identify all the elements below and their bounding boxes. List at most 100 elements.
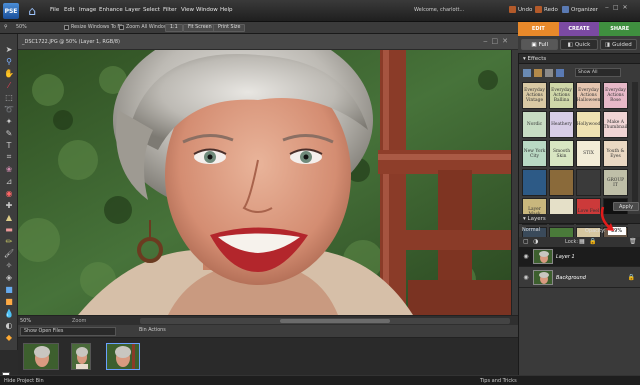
lasso-tool-icon[interactable]: ➰ (3, 104, 15, 114)
menu-view[interactable]: View (181, 7, 194, 13)
menu-window[interactable]: Window (196, 7, 218, 13)
tips-and-tricks-link[interactable]: Tips and Tricks (480, 378, 517, 384)
effects-scrollbar[interactable] (632, 82, 638, 202)
zoom-all-checkbox[interactable]: Zoom All Windows (119, 25, 170, 30)
gradient-tool-icon[interactable]: ■ (3, 284, 15, 294)
effect-thumbnail[interactable]: STIX (576, 140, 601, 167)
effect-thumbnail[interactable]: Everyday Actions Halloween (576, 82, 601, 109)
type-tool-icon[interactable]: T (3, 140, 15, 150)
effect-thumbnail[interactable]: Nordic (522, 111, 547, 138)
window-controls[interactable]: ‒□✕ (605, 4, 632, 11)
hide-project-bin-button[interactable]: Hide Project Bin (4, 378, 44, 384)
hand-tool-icon[interactable]: ✋ (3, 68, 15, 78)
canvas-vertical-scrollbar[interactable] (511, 50, 518, 315)
checkbox-box[interactable] (64, 25, 69, 30)
effect-thumbnail[interactable] (549, 169, 574, 196)
document-window-controls[interactable]: ‒□✕ (483, 37, 512, 45)
filters-icon[interactable] (523, 69, 531, 77)
blur-tool-icon[interactable]: 💧 (3, 308, 15, 318)
menu-layer[interactable]: Layer (125, 7, 140, 13)
shape-tool-icon[interactable]: ■ (3, 296, 15, 306)
bin-actions-menu[interactable]: Bin Actions (139, 328, 166, 333)
effects-filter-select[interactable]: Show All (575, 68, 621, 77)
marquee-tool-icon[interactable]: ⬚ (3, 92, 15, 102)
effect-thumbnail[interactable]: Youth & Eyes (603, 140, 628, 167)
crop-tool-icon[interactable]: ⌗ (3, 152, 15, 162)
straighten-tool-icon[interactable]: ⊿ (3, 176, 15, 186)
effect-thumbnail[interactable]: Smooth Skin (549, 140, 574, 167)
resize-windows-checkbox[interactable]: Resize Windows To Fit (64, 25, 123, 30)
organizer-button[interactable]: Organizer (562, 6, 598, 13)
blend-mode-select[interactable]: Normal (522, 227, 572, 235)
bin-source-select[interactable]: Show Open Files (20, 327, 116, 336)
undo-button[interactable]: Undo (509, 6, 532, 13)
all-effects-icon[interactable] (556, 69, 564, 77)
layer-name[interactable]: Layer 1 (556, 254, 575, 260)
pencil-tool-icon[interactable]: ✏ (3, 236, 15, 246)
eraser-tool-icon[interactable]: ▬ (3, 224, 15, 234)
menu-select[interactable]: Select (143, 7, 160, 13)
lock-transparency-icon[interactable]: ▦ (579, 238, 585, 245)
adjustment-layer-icon[interactable]: ◑ (533, 238, 538, 245)
healing-brush-tool-icon[interactable]: ✚ (3, 200, 15, 210)
brush-tool-icon[interactable]: 🖌 (3, 248, 15, 258)
paint-bucket-tool-icon[interactable]: ◈ (3, 272, 15, 282)
photo-effects-icon[interactable] (545, 69, 553, 77)
sponge-tool-icon[interactable]: ◐ (3, 320, 15, 330)
layer-styles-icon[interactable] (534, 69, 542, 77)
red-eye-tool-icon[interactable]: ◉ (3, 188, 15, 198)
magic-wand-tool-icon[interactable]: ✦ (3, 116, 15, 126)
effect-thumbnail[interactable]: Hollywood (576, 111, 601, 138)
zoom-value[interactable]: 50% (16, 25, 27, 30)
bin-thumbnail[interactable] (23, 343, 59, 370)
tab-edit[interactable]: EDIT (518, 22, 559, 36)
menu-edit[interactable]: Edit (64, 7, 75, 13)
clone-stamp-tool-icon[interactable]: ▲ (3, 212, 15, 222)
effect-thumbnail[interactable]: New York City (522, 140, 547, 167)
effect-thumbnail[interactable] (576, 169, 601, 196)
tab-quick[interactable]: ◧ Quick (560, 39, 598, 50)
tab-full[interactable]: ▣ Full (521, 39, 559, 50)
checkbox-box[interactable] (119, 25, 124, 30)
redo-button[interactable]: Redo (535, 6, 558, 13)
effect-thumbnail[interactable]: Heathery (549, 111, 574, 138)
effect-thumbnail[interactable]: GROUP IT (603, 169, 628, 196)
effects-panel-header[interactable]: ▾ Effects (519, 54, 640, 64)
canvas-horizontal-scrollbar[interactable] (140, 318, 510, 324)
image-canvas[interactable] (18, 50, 518, 315)
tab-share[interactable]: SHARE (599, 22, 640, 36)
menu-file[interactable]: File (50, 7, 59, 13)
visibility-eye-icon[interactable]: ◉ (522, 271, 530, 285)
lock-all-icon[interactable]: 🔒 (589, 238, 596, 245)
visibility-eye-icon[interactable]: ◉ (522, 250, 530, 264)
one-to-one-button[interactable]: 1:1 (165, 24, 183, 32)
cookie-cutter-tool-icon[interactable]: ❀ (3, 164, 15, 174)
effect-thumbnail[interactable]: Make A Thumbnail (603, 111, 628, 138)
selection-brush-tool-icon[interactable]: ✎ (3, 128, 15, 138)
zoom-tool-icon[interactable]: ⚲ (3, 56, 15, 66)
eyedropper-tool-icon[interactable]: ⁄ (3, 80, 15, 90)
effect-thumbnail[interactable]: Everyday Actions Rose (603, 82, 628, 109)
layer-row[interactable]: ◉ Background 🔒 (519, 268, 640, 288)
bin-thumbnail-active[interactable] (106, 343, 140, 370)
print-size-button[interactable]: Print Size (213, 24, 246, 32)
layer-name[interactable]: Background (556, 275, 586, 281)
effect-thumbnail[interactable]: Everyday Actions Vintage (522, 82, 547, 109)
scrollbar-thumb[interactable] (280, 319, 390, 323)
menu-enhance[interactable]: Enhance (99, 7, 123, 13)
layer-row-active[interactable]: ◉ Layer 1 (519, 247, 640, 267)
fit-screen-button[interactable]: Fit Screen (183, 24, 217, 32)
zoom-status[interactable]: 50% (20, 318, 31, 324)
tab-guided[interactable]: ◨ Guided (599, 39, 637, 50)
home-icon[interactable]: ⌂ (25, 4, 39, 18)
menu-image[interactable]: Image (79, 7, 96, 13)
smart-brush-tool-icon[interactable]: ✧ (3, 260, 15, 270)
new-layer-icon[interactable]: ▢ (523, 238, 529, 245)
menu-filter[interactable]: Filter (163, 7, 177, 13)
move-tool-icon[interactable]: ➤ (3, 44, 15, 54)
bin-thumbnail[interactable] (71, 343, 91, 370)
menu-help[interactable]: Help (220, 7, 233, 13)
sponge-tool-icon-2[interactable]: ◆ (3, 332, 15, 342)
effect-thumbnail[interactable] (522, 169, 547, 196)
tab-create[interactable]: CREATE (558, 22, 600, 36)
